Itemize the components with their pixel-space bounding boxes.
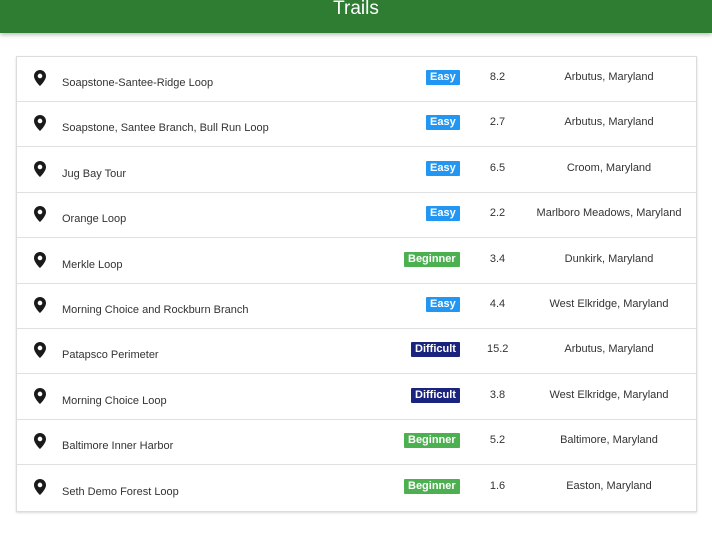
map-pin-icon	[34, 478, 46, 495]
map-pin-icon	[34, 206, 46, 223]
trail-distance: 5.2	[489, 434, 506, 447]
trail-distance: 3.4	[489, 252, 506, 265]
trail-row[interactable]: Baltimore Inner Harbor Beginner 5.2 Baltimo…	[17, 420, 696, 466]
trail-location: Marlboro Meadows, Maryland	[536, 207, 682, 220]
trail-row[interactable]: Seth Demo Forest Loop Beginner 1.6 Easton, …	[17, 466, 696, 511]
trail-distance: 3.8	[489, 388, 506, 401]
trail-location: Easton, Maryland	[566, 479, 652, 492]
trail-location: Arbutus, Maryland	[564, 71, 654, 83]
trail-location: West Elkridge, Maryland	[549, 298, 669, 310]
trail-name: Baltimore Inner Harbor	[62, 440, 174, 453]
trail-name: Patapsco Perimeter	[62, 349, 159, 362]
difficulty-badge: Easy	[426, 206, 460, 222]
trail-distance: 15.2	[487, 343, 509, 356]
trail-location: Dunkirk, Maryland	[564, 252, 654, 265]
trail-row[interactable]: Soapstone-Santee-Ridge Loop Easy 8.2 Arbutu…	[17, 57, 696, 102]
difficulty-badge: Easy	[426, 70, 460, 85]
difficulty-badge: Beginner	[404, 478, 460, 494]
map-pin-icon	[34, 251, 46, 268]
map-pin-icon	[34, 70, 46, 86]
difficulty-badge: Easy	[426, 160, 460, 176]
page-title: Trails	[333, 0, 379, 19]
trail-location: West Elkridge, Maryland	[549, 388, 669, 401]
map-pin-icon	[34, 387, 46, 404]
difficulty-badge: Difficult	[411, 387, 460, 403]
map-pin-icon	[34, 433, 46, 450]
difficulty-badge: Beginner	[404, 251, 460, 267]
trail-list: Soapstone-Santee-Ridge Loop Easy 8.2 Arbutu…	[16, 56, 697, 512]
trail-row[interactable]: Morning Choice Loop Difficult 3.8 West Elkr…	[17, 375, 696, 420]
difficulty-badge: Beginner	[404, 433, 460, 449]
trail-location: Croom, Maryland	[566, 161, 652, 174]
trail-row[interactable]: Orange Loop Easy 2.2 Marlboro Meadows, Mary…	[17, 193, 696, 239]
trail-distance: 6.5	[489, 161, 506, 174]
trail-row[interactable]: Soapstone, Santee Branch, Bull Run Loop E…	[17, 102, 696, 148]
map-pin-icon	[34, 342, 46, 359]
trail-distance: 8.2	[489, 71, 506, 83]
map-pin-icon	[34, 160, 46, 177]
trail-location: Baltimore, Maryland	[560, 434, 658, 447]
trail-name: Soapstone-Santee-Ridge Loop	[62, 77, 214, 89]
trail-name: Seth Demo Forest Loop	[62, 485, 179, 498]
map-pin-icon	[34, 115, 46, 132]
trail-location: Arbutus, Maryland	[564, 116, 654, 129]
trail-distance: 2.2	[489, 207, 506, 220]
trail-distance: 2.7	[489, 116, 506, 129]
trail-row[interactable]: Merkle Loop Beginner 3.4 Dunkirk, Maryland	[17, 239, 696, 284]
trail-name: Orange Loop	[62, 213, 127, 226]
difficulty-badge: Difficult	[411, 342, 460, 358]
trail-name: Morning Choice and Rockburn Branch	[62, 304, 249, 316]
trail-row[interactable]: Jug Bay Tour Easy 6.5 Croom, Maryland	[17, 148, 696, 193]
difficulty-badge: Easy	[426, 115, 460, 131]
trail-name: Morning Choice Loop	[62, 394, 167, 407]
trail-distance: 1.6	[489, 479, 506, 492]
trail-name: Jug Bay Tour	[62, 167, 127, 180]
trail-distance: 4.4	[489, 298, 506, 310]
trail-location: Arbutus, Maryland	[564, 343, 654, 356]
map-pin-icon	[34, 297, 46, 313]
app-bar: Trails	[0, 0, 712, 33]
trail-row[interactable]: Patapsco Perimeter Difficult 15.2 Arbutus, …	[17, 329, 696, 375]
difficulty-badge: Easy	[426, 297, 460, 312]
trail-name: Merkle Loop	[62, 258, 123, 271]
trail-row[interactable]: Morning Choice and Rockburn Branch Easy 4.…	[17, 284, 696, 329]
trail-name: Soapstone, Santee Branch, Bull Run Loop	[62, 122, 269, 135]
